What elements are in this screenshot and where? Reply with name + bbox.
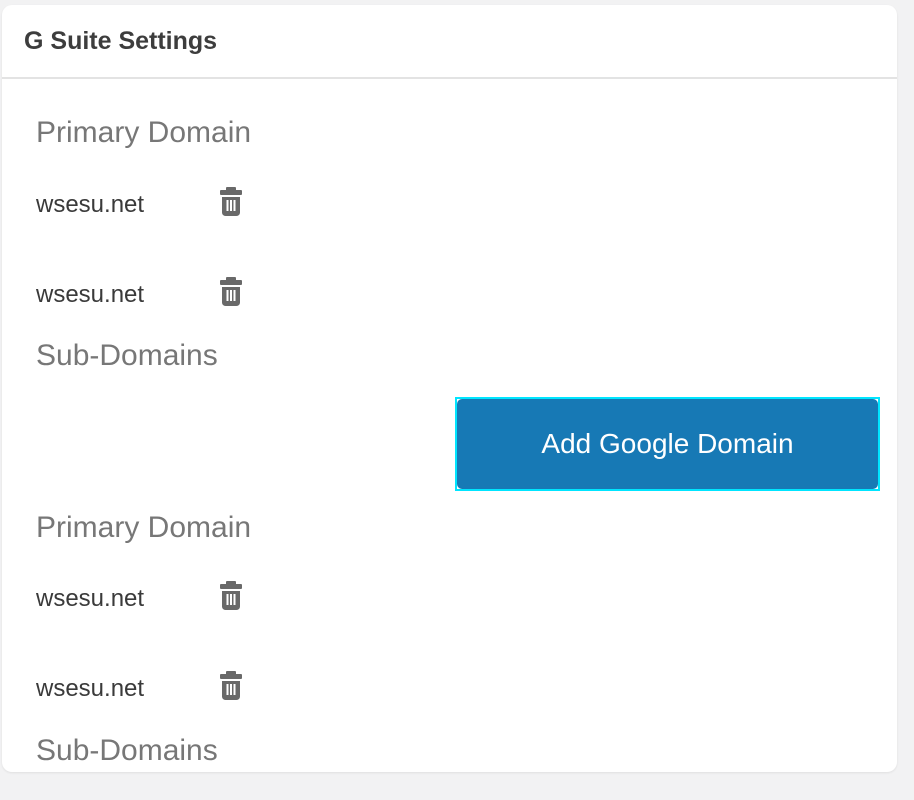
domain-name: wsesu.net — [36, 281, 145, 308]
trash-icon — [220, 187, 242, 216]
focus-highlight-box: Add Google Domain — [455, 397, 880, 491]
domain-name: wsesu.net — [36, 675, 145, 702]
add-google-domain-button[interactable]: Add Google Domain — [457, 399, 878, 489]
domain-name: wsesu.net — [36, 585, 145, 612]
primary-domain-row: wsesu.net — [36, 671, 242, 704]
gsuite-settings-panel: G Suite Settings Primary Domain wsesu.ne… — [2, 5, 897, 772]
delete-domain-button[interactable] — [219, 187, 243, 217]
delete-domain-button[interactable] — [219, 277, 243, 307]
trash-icon — [220, 671, 242, 700]
primary-domain-row: wsesu.net — [36, 277, 242, 310]
domain-name: wsesu.net — [36, 191, 145, 218]
primary-domain-heading: Primary Domain — [36, 511, 252, 544]
trash-icon — [220, 277, 242, 306]
primary-domain-heading: Primary Domain — [36, 116, 252, 149]
panel-header: G Suite Settings — [2, 5, 897, 79]
trash-icon — [220, 581, 242, 610]
primary-domain-row: wsesu.net — [36, 581, 242, 614]
delete-domain-button[interactable] — [219, 671, 243, 701]
delete-domain-button[interactable] — [219, 581, 243, 611]
primary-domain-row: wsesu.net — [36, 187, 242, 220]
panel-title: G Suite Settings — [24, 26, 218, 55]
sub-domains-heading: Sub-Domains — [36, 339, 218, 372]
sub-domains-heading: Sub-Domains — [36, 734, 218, 767]
